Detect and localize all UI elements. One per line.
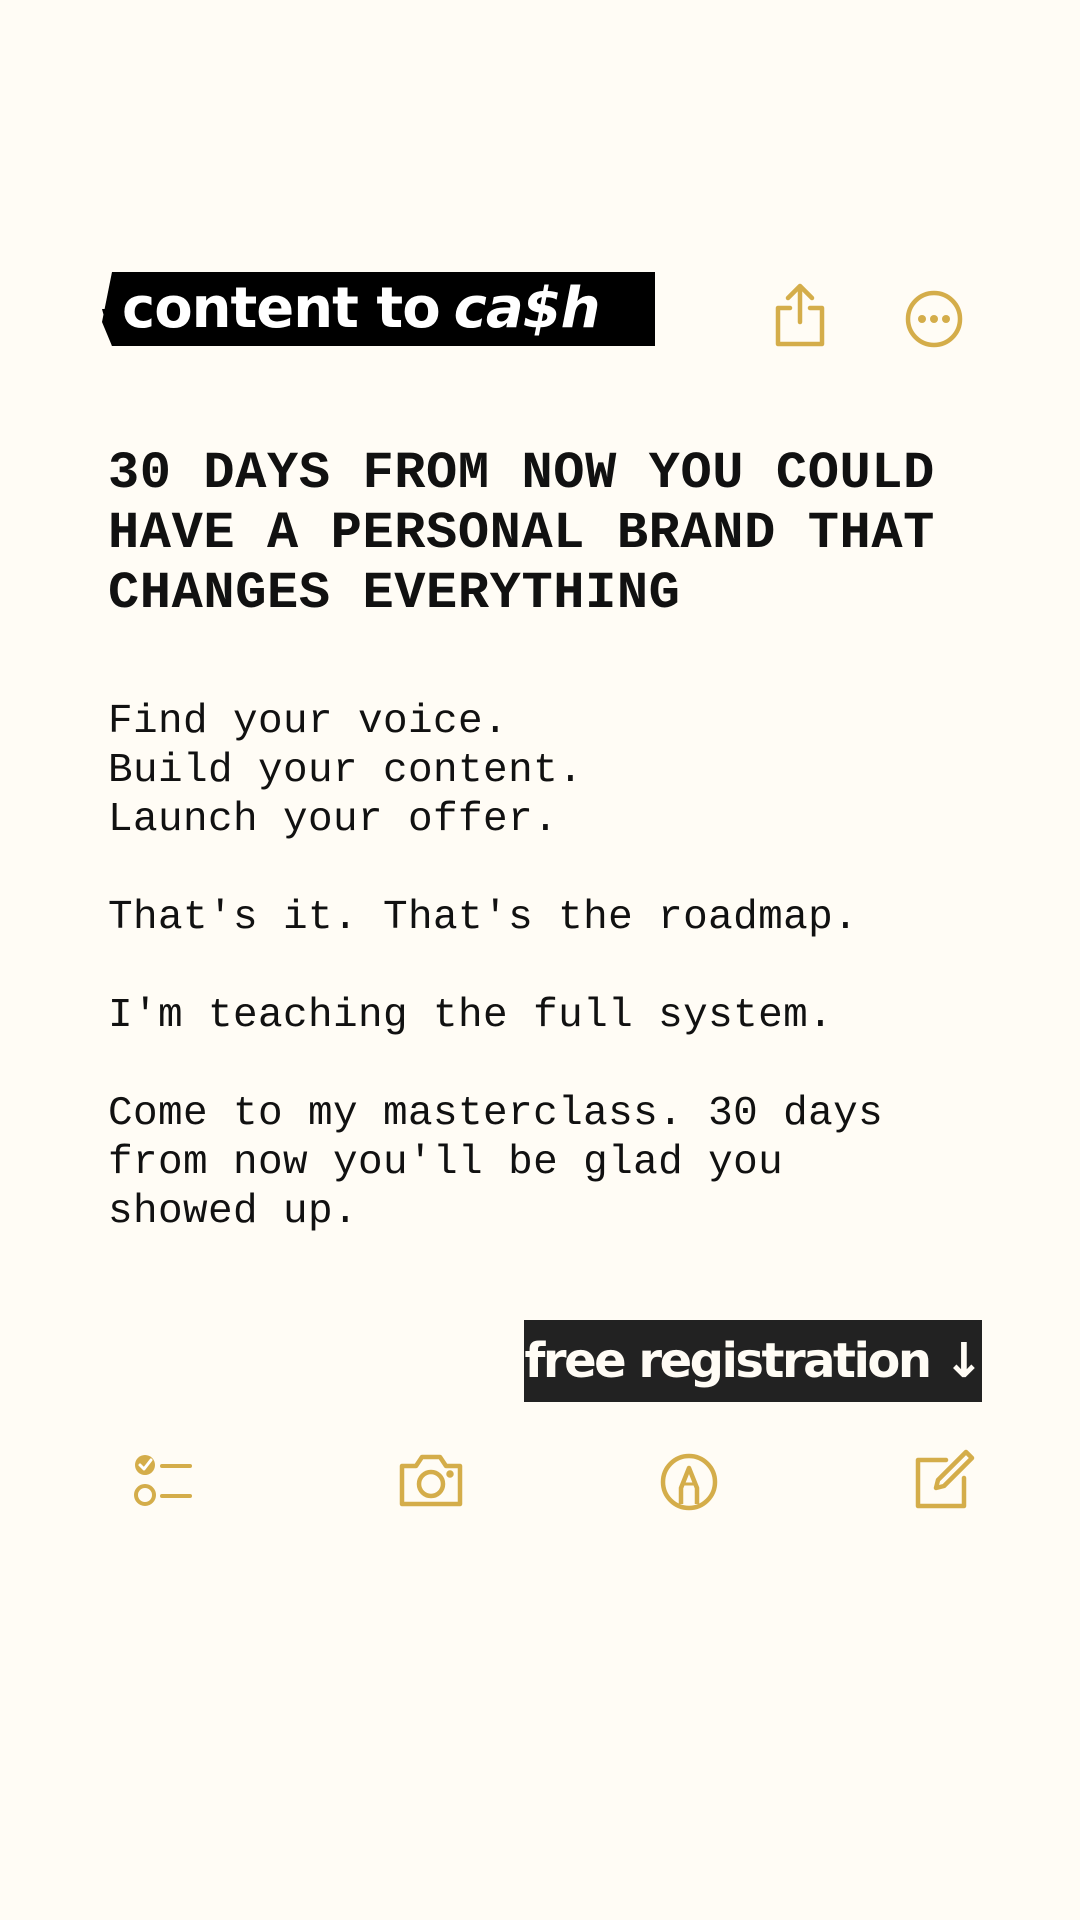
brand-logo: content to ca$h xyxy=(102,272,655,346)
paragraph-roadmap: That's it. That's the roadmap. xyxy=(108,895,859,941)
note-body: Find your voice. Build your content. Lau… xyxy=(108,698,1008,1286)
more-icon[interactable] xyxy=(903,288,965,350)
free-registration-button[interactable]: free registration ↓ xyxy=(524,1320,984,1402)
compose-icon[interactable] xyxy=(910,1448,976,1514)
checklist-icon[interactable] xyxy=(130,1448,196,1514)
headline: 30 DAYS FROM NOW YOU COULD HAVE A PERSON… xyxy=(108,444,935,623)
share-icon[interactable] xyxy=(770,282,830,348)
logo-text-content: content to xyxy=(122,276,441,341)
paragraph-invite: Come to my masterclass. 30 days from now… xyxy=(108,1091,884,1235)
markup-icon[interactable] xyxy=(656,1448,722,1514)
logo-text: content to ca$h xyxy=(122,274,600,344)
logo-text-cash: ca$h xyxy=(453,276,601,341)
camera-icon[interactable] xyxy=(398,1448,464,1514)
paragraph-teaching: I'm teaching the full system. xyxy=(108,993,834,1039)
paragraph-steps: Find your voice. Build your content. Lau… xyxy=(108,699,584,843)
